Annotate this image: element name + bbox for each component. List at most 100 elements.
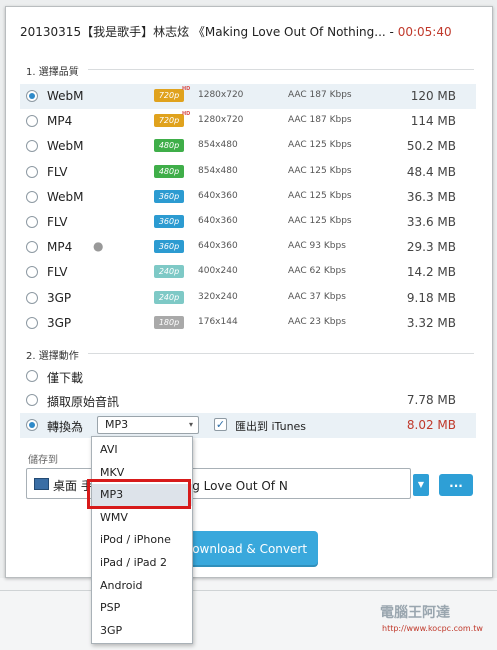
format-resolution: 320x240 [198, 291, 238, 302]
desktop-icon [34, 478, 49, 490]
quality-badge: 480p [154, 164, 184, 178]
dropdown-option[interactable]: 3GP [92, 620, 192, 642]
action-convert[interactable]: 轉換為 MP3 ▾ ✓ 匯出到 iTunes 8.02 MB [20, 413, 476, 438]
convert-size: 8.02 MB [406, 418, 456, 432]
select-value: MP3 [105, 418, 129, 431]
radio-button[interactable] [26, 266, 38, 279]
dropdown-option[interactable]: WMV [92, 507, 192, 529]
format-resolution: 1280x720 [198, 115, 244, 126]
format-audio: AAC 23 Kbps [288, 316, 346, 327]
format-size: 33.6 MB [406, 215, 456, 229]
radio-button[interactable] [26, 140, 38, 153]
watermark: 電腦王阿達 http://www.kocpc.com.tw [360, 596, 492, 642]
chevron-down-icon: ▼ [417, 480, 425, 489]
format-audio: AAC 187 Kbps [288, 90, 352, 100]
watermark-text: 電腦王阿達 [380, 605, 450, 621]
format-row[interactable]: MP4 ● 360p 640x360 AAC 93 Kbps 29.3 MB [20, 235, 476, 260]
format-resolution: 640x360 [198, 241, 238, 252]
format-audio: AAC 187 Kbps [288, 115, 352, 126]
format-row[interactable]: WebM 720p HD 1280x720 AAC 187 Kbps 120 MB [20, 84, 476, 109]
quality-badge: 720p [154, 89, 184, 102]
video-duration: 00:05:40 [397, 25, 452, 39]
format-audio: AAC 93 Kbps [288, 241, 346, 252]
format-name: WebM [47, 189, 84, 204]
download-only-label: 僅下載 [47, 371, 84, 385]
format-row[interactable]: FLV 480p 854x480 AAC 125 Kbps 48.4 MB [20, 160, 476, 185]
save-path-field[interactable]: 桌面 手】林志炫 《Making Love Out Of N [26, 468, 411, 499]
chevron-down-icon: ▾ [188, 420, 193, 429]
itunes-label: 匯出到 iTunes [235, 420, 307, 433]
dropdown-option[interactable]: AVI [92, 439, 192, 461]
background-divider [0, 590, 497, 591]
format-resolution: 640x360 [198, 216, 238, 226]
radio-button[interactable] [26, 165, 38, 178]
radio-button[interactable] [26, 316, 38, 329]
title-separator: - [385, 25, 398, 39]
format-resolution: 854x480 [198, 165, 238, 176]
format-size: 3.32 MB [406, 315, 456, 330]
hd-badge: HD [182, 111, 191, 118]
format-audio: AAC 125 Kbps [288, 140, 352, 151]
dropdown-option[interactable]: iPad / iPad 2 [92, 552, 192, 574]
download-dialog: 20130315【我是歌手】林志炫 《Making Love Out Of No… [5, 6, 493, 578]
format-size: 36.3 MB [406, 189, 456, 204]
format-resolution: 854x480 [198, 140, 238, 151]
browse-button[interactable]: ... [439, 474, 473, 496]
format-size: 14.2 MB [406, 265, 456, 280]
format-resolution: 640x360 [198, 190, 238, 201]
format-name: MP4 [47, 114, 73, 129]
radio-button[interactable] [26, 216, 38, 228]
format-audio: AAC 125 Kbps [288, 216, 352, 226]
radio-button[interactable] [26, 241, 38, 254]
format-name: 3GP [47, 290, 72, 305]
format-row[interactable]: WebM 480p 854x480 AAC 125 Kbps 50.2 MB [20, 134, 476, 159]
format-size: 9.18 MB [406, 290, 456, 305]
format-row[interactable]: FLV 240p 400x240 AAC 62 Kbps 14.2 MB [20, 260, 476, 285]
quality-badge: 240p [154, 290, 184, 304]
path-dropdown-button[interactable]: ▼ [413, 474, 429, 496]
section-divider [88, 353, 474, 354]
action-download-only[interactable]: 僅下載 [20, 364, 476, 389]
format-name: FLV [47, 215, 68, 229]
format-audio: AAC 125 Kbps [288, 190, 352, 201]
hd-badge: HD [182, 86, 191, 92]
format-resolution: 176x144 [198, 316, 238, 327]
radio-button[interactable] [26, 291, 38, 304]
format-row[interactable]: WebM 360p 640x360 AAC 125 Kbps 36.3 MB [20, 185, 476, 210]
format-name: MP4 [47, 240, 73, 255]
radio-button[interactable] [26, 394, 38, 406]
format-row[interactable]: 3GP 240p 320x240 AAC 37 Kbps 9.18 MB [20, 286, 476, 311]
format-dropdown-menu: AVI MKV MP3 WMV iPod / iPhone iPad / iPad 2 An… [91, 436, 193, 644]
format-audio: AAC 62 Kbps [288, 266, 346, 277]
radio-button[interactable] [26, 90, 38, 102]
format-name: 3GP [47, 315, 72, 330]
format-size: 120 MB [410, 89, 456, 103]
format-name: WebM [47, 89, 84, 103]
section-action-label: 2. 選擇動作 [26, 351, 79, 362]
action-extract-audio[interactable]: 擷取原始音訊 7.78 MB [20, 388, 476, 413]
quality-badge: 180p [154, 315, 184, 329]
download-convert-button[interactable]: Download & Convert [172, 531, 318, 567]
extract-audio-label: 擷取原始音訊 [47, 395, 120, 409]
format-resolution: 400x240 [198, 266, 238, 277]
dropdown-option[interactable]: PSP [92, 597, 192, 619]
radio-button[interactable] [26, 419, 38, 431]
radio-button[interactable] [26, 190, 38, 203]
quality-badge: 360p [154, 215, 184, 228]
dropdown-option[interactable]: iPod / iPhone [92, 529, 192, 551]
dialog-title: 20130315【我是歌手】林志炫 《Making Love Out Of No… [20, 23, 452, 40]
convert-format-select[interactable]: MP3 ▾ [97, 416, 199, 434]
format-row[interactable]: FLV 360p 640x360 AAC 125 Kbps 33.6 MB [20, 210, 476, 235]
format-row[interactable]: 3GP 180p 176x144 AAC 23 Kbps 3.32 MB [20, 311, 476, 336]
extract-audio-size: 7.78 MB [406, 393, 456, 407]
radio-button[interactable] [26, 115, 38, 128]
format-resolution: 1280x720 [198, 90, 244, 100]
radio-button[interactable] [26, 370, 38, 382]
convert-label: 轉換為 [47, 420, 84, 434]
format-row[interactable]: MP4 720p HD 1280x720 AAC 187 Kbps 114 MB [20, 109, 476, 134]
format-name: FLV [47, 164, 68, 179]
dropdown-option[interactable]: Android [92, 575, 192, 597]
itunes-checkbox[interactable]: ✓ [214, 418, 227, 431]
quality-badge: 360p [154, 240, 184, 254]
video-title: 20130315【我是歌手】林志炫 《Making Love Out Of No… [20, 25, 386, 39]
